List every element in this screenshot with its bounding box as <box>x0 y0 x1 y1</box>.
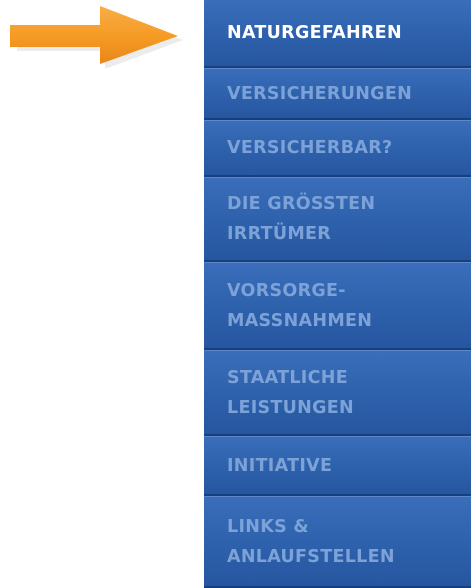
nav-item-label: INITIATIVE <box>227 455 333 476</box>
nav-item-label: LINKS & ANLAUFSTELLEN <box>227 516 395 567</box>
nav-item-label: VORSORGE- MASSNAHMEN <box>227 280 373 331</box>
nav-item-vorsorgemassnahmen[interactable]: VORSORGE- MASSNAHMEN <box>204 262 471 350</box>
main-navigation: NATURGEFAHREN VERSICHERUNGEN VERSICHERBA… <box>204 0 471 588</box>
nav-item-label: VERSICHERBAR? <box>227 138 393 158</box>
nav-item-label: VERSICHERUNGEN <box>227 83 413 104</box>
nav-item-initiative[interactable]: INITIATIVE <box>204 436 471 496</box>
nav-item-staatliche-leistungen[interactable]: STAATLICHE LEISTUNGEN <box>204 350 471 436</box>
nav-item-versicherungen[interactable]: VERSICHERUNGEN <box>204 68 471 120</box>
nav-item-label: DIE GRÖSSTEN IRRTÜMER <box>227 194 376 244</box>
nav-item-naturgefahren[interactable]: NATURGEFAHREN <box>204 0 471 68</box>
nav-item-versicherbar[interactable]: VERSICHERBAR? <box>204 120 471 177</box>
arrow-right-icon <box>10 6 183 68</box>
nav-item-label: NATURGEFAHREN <box>227 23 402 43</box>
nav-item-links-anlaufstellen[interactable]: LINKS & ANLAUFSTELLEN <box>204 496 471 588</box>
nav-item-irrtuemer[interactable]: DIE GRÖSSTEN IRRTÜMER <box>204 177 471 262</box>
nav-item-label: STAATLICHE LEISTUNGEN <box>227 367 354 418</box>
